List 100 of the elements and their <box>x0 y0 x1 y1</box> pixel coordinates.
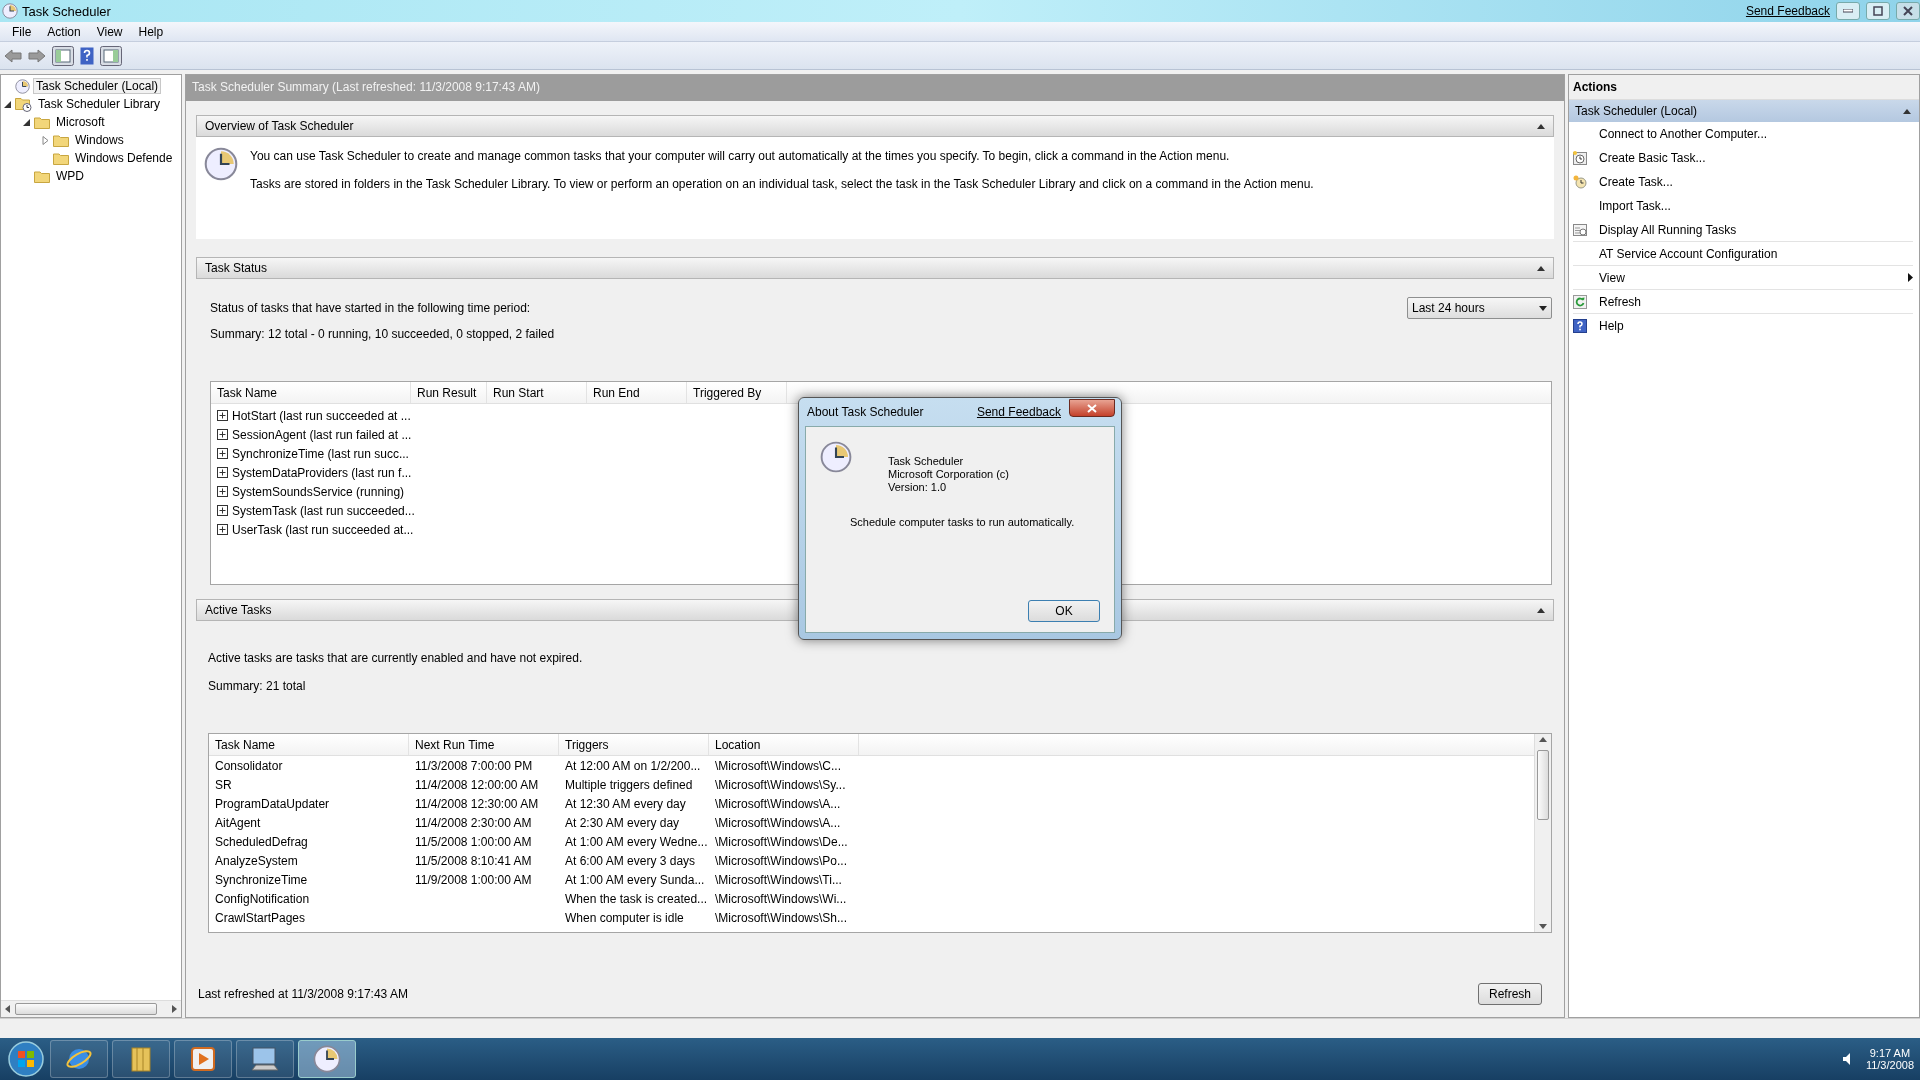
forward-arrow-icon[interactable] <box>28 48 46 63</box>
folder-icon <box>53 151 69 165</box>
folder-icon <box>53 133 69 147</box>
section-title: Overview of Task Scheduler <box>205 119 354 133</box>
table-cell[interactable]: SystemDataProviders (last run f... <box>232 465 412 480</box>
taskbar-button[interactable] <box>298 1040 356 1078</box>
plus-box-icon[interactable] <box>217 486 228 497</box>
window-clock-icon <box>1573 222 1587 237</box>
media-player-icon[interactable] <box>190 1046 216 1072</box>
column-header[interactable]: Triggers <box>559 734 709 755</box>
tree-item[interactable]: Microsoft <box>53 114 108 130</box>
task-command[interactable]: Create Task... <box>1599 174 1913 189</box>
column-header[interactable]: Task Name <box>209 734 409 755</box>
refresh-button[interactable]: Refresh <box>1477 983 1542 1005</box>
menu-item[interactable]: Help <box>132 24 170 39</box>
show-tree-icon[interactable] <box>52 45 74 66</box>
actions-group-header[interactable]: Task Scheduler (Local) <box>1569 100 1919 122</box>
task-command[interactable]: Display All Running Tasks <box>1599 222 1913 237</box>
table-cell[interactable]: SystemTask (last run succeeded... <box>232 503 415 518</box>
plus-box-icon[interactable] <box>217 467 228 478</box>
menu-item[interactable]: File <box>6 24 38 39</box>
expander-icon[interactable] <box>3 99 12 109</box>
menu-item[interactable]: View <box>90 24 129 39</box>
tree-item[interactable]: Task Scheduler (Local) <box>33 78 162 94</box>
table-cell-text: ProgramDataUpdater <box>214 796 331 811</box>
folder-icon <box>34 169 50 183</box>
actions-group-title: Task Scheduler (Local) <box>1575 104 1698 118</box>
task-command[interactable]: Connect to Another Computer... <box>1599 126 1913 141</box>
restore-button[interactable] <box>1866 2 1890 20</box>
task-command[interactable]: AT Service Account Configuration <box>1599 246 1913 261</box>
task-command[interactable]: Import Task... <box>1599 198 1913 213</box>
send-feedback-link[interactable]: Send Feedback <box>1745 4 1830 18</box>
help-icon[interactable] <box>80 46 94 65</box>
scrollbar-thumb[interactable] <box>15 1003 157 1015</box>
table-cell[interactable]: SessionAgent (last run failed at ... <box>232 427 412 442</box>
column-header[interactable]: Run Start <box>487 382 587 403</box>
tree-item[interactable]: WPD <box>53 168 87 184</box>
scroll-down-icon[interactable] <box>1539 924 1547 929</box>
tree-item[interactable]: Task Scheduler Library <box>35 96 164 112</box>
refresh-icon <box>1573 294 1587 309</box>
back-arrow-icon[interactable] <box>4 48 22 63</box>
ok-button[interactable]: OK <box>1028 600 1100 622</box>
table-cell[interactable]: UserTask (last run succeeded at... <box>232 522 414 537</box>
task-command[interactable]: Create Basic Task... <box>1599 150 1913 165</box>
period-dropdown[interactable]: Last 24 hours <box>1407 297 1552 319</box>
column-header[interactable]: Run Result <box>411 382 487 403</box>
scroll-left-icon[interactable] <box>5 1005 11 1013</box>
show-action-pane-icon[interactable] <box>100 45 122 66</box>
task-command[interactable]: Refresh <box>1599 294 1913 309</box>
expander-icon[interactable] <box>22 117 31 127</box>
column-header[interactable]: Task Name <box>211 382 411 403</box>
window-title: Task Scheduler <box>22 3 112 19</box>
plus-box-icon[interactable] <box>217 429 228 440</box>
plus-box-icon[interactable] <box>217 410 228 421</box>
dialog-title: About Task Scheduler <box>807 405 925 419</box>
section-header[interactable]: Overview of Task Scheduler <box>196 115 1554 137</box>
tree-item[interactable]: Windows Defende <box>72 150 176 166</box>
section-title: Active Tasks <box>205 603 272 617</box>
column-header[interactable]: Run End <box>587 382 687 403</box>
table-cell[interactable]: SystemSoundsService (running) <box>232 484 405 499</box>
section-header[interactable]: Task Status <box>196 257 1554 279</box>
tree-item[interactable]: Windows <box>72 132 127 148</box>
close-button[interactable] <box>1069 399 1115 417</box>
vertical-scrollbar[interactable] <box>1534 734 1551 932</box>
collapse-icon[interactable] <box>1537 607 1545 613</box>
menu-item[interactable]: Action <box>41 24 87 39</box>
start-button[interactable] <box>6 1040 46 1078</box>
caret-icon <box>1539 305 1547 311</box>
plus-box-icon[interactable] <box>217 448 228 459</box>
task-command[interactable]: View <box>1599 270 1896 285</box>
folder-icon <box>34 115 50 129</box>
plus-box-icon[interactable] <box>217 524 228 535</box>
scroll-right-icon[interactable] <box>171 1005 177 1013</box>
summary-title: Task Scheduler Summary (Last refreshed: 11/3/2008 9:17:43 AM) <box>186 75 1564 101</box>
send-feedback-link[interactable]: Send Feedback <box>976 405 1061 419</box>
folder-clock-icon <box>15 96 32 112</box>
close-button[interactable] <box>1896 2 1920 20</box>
column-header[interactable]: Next Run Time <box>409 734 559 755</box>
collapse-icon[interactable] <box>1903 108 1911 114</box>
table-cell-text: 11/3/2008 7:00:00 PM <box>414 758 534 773</box>
table-cell-text: \Microsoft\Windows\De... <box>714 834 849 849</box>
table-cell-text: At 1:00 AM every Sunda... <box>564 872 706 887</box>
column-header[interactable]: Triggered By <box>687 382 787 403</box>
help-icon <box>1573 318 1587 333</box>
collapse-icon[interactable] <box>1537 123 1545 129</box>
table-cell-text: At 6:00 AM every 3 days <box>564 853 697 868</box>
last-refreshed-text: Last refreshed at 11/3/2008 9:17:43 AM <box>198 987 408 1001</box>
table-cell[interactable]: SynchronizeTime (last run succ... <box>232 446 409 461</box>
table-cell[interactable]: HotStart (last run succeeded at ... <box>232 408 411 423</box>
column-header[interactable]: Location <box>709 734 859 755</box>
table-cell-text: 11/4/2008 12:30:00 AM <box>414 796 540 811</box>
task-command[interactable]: Help <box>1599 318 1913 333</box>
table-cell-text: Multiple triggers defined <box>564 777 694 792</box>
computer-icon[interactable] <box>250 1045 280 1073</box>
clock[interactable]: 9:17 AM 11/3/2008 <box>1865 1047 1914 1071</box>
scroll-up-icon[interactable] <box>1539 737 1547 742</box>
collapse-icon[interactable] <box>1537 265 1545 271</box>
plus-box-icon[interactable] <box>217 505 228 516</box>
table-cell-text: When computer is idle <box>564 910 685 925</box>
folder-icon[interactable] <box>129 1045 153 1073</box>
